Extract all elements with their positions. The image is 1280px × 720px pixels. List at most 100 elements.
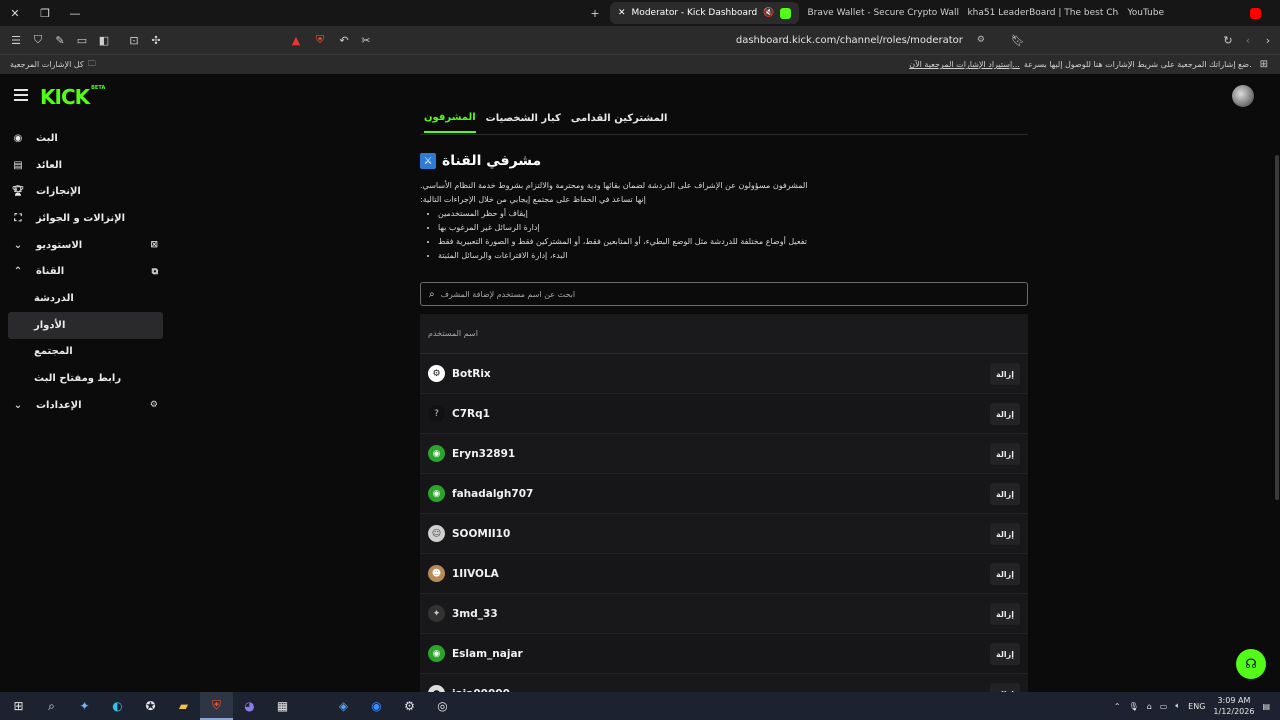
screenshot-icon[interactable]: ⊡	[124, 30, 144, 50]
reload-icon[interactable]: ↻	[1218, 30, 1238, 50]
chevron-up-icon[interactable]: ⌃	[1114, 702, 1121, 711]
tab-label: Brave Wallet - Secure Crypto Wallet |	[807, 8, 960, 18]
brush-icon[interactable]: ✎	[50, 30, 70, 50]
user-avatar[interactable]	[1232, 85, 1254, 107]
avatar: ◉	[428, 645, 445, 662]
kick-logo[interactable]: KICK BETA	[40, 85, 105, 109]
tab-moderators[interactable]: المشرفون	[424, 106, 476, 133]
chevron-down-icon: ⌄	[13, 399, 23, 411]
wallet-icon[interactable]: ▭	[72, 30, 92, 50]
windows-start-icon[interactable]: ⊞	[2, 692, 35, 720]
avatar: ◉	[428, 485, 445, 502]
back-arrow-icon[interactable]: ↶	[334, 30, 354, 50]
language-indicator[interactable]: ENG	[1188, 702, 1205, 711]
sidebar-item-community[interactable]: المجتمع	[0, 339, 170, 366]
all-bookmarks-link[interactable]: كل الإشارات المرجعية	[10, 60, 84, 69]
forward-icon[interactable]: ‹	[1238, 30, 1258, 50]
scrollbar[interactable]	[1275, 155, 1279, 500]
obs-icon[interactable]: ◎	[426, 692, 459, 720]
table-row: ◉ Eryn32891 إزالة	[420, 434, 1028, 474]
hamburger-menu-icon[interactable]	[14, 89, 28, 101]
mute-icon[interactable]: 🔇	[763, 8, 774, 18]
moderator-username[interactable]: fahadalgh707	[452, 488, 533, 500]
remove-moderator-button[interactable]: إزالة	[990, 643, 1020, 665]
restore-window-icon[interactable]: ❐	[30, 0, 60, 26]
moderator-username[interactable]: 1IIVOLA	[452, 568, 499, 580]
notifications-icon[interactable]: ▤	[1262, 702, 1270, 711]
tab-youtube[interactable]: YouTube	[1119, 2, 1269, 24]
sidebar-group-studio[interactable]: ⌄ الاستوديو ⊠	[0, 232, 170, 259]
remove-moderator-button[interactable]: إزالة	[990, 363, 1020, 385]
app-icon[interactable]: ◉	[360, 692, 393, 720]
copilot-icon[interactable]: ✦	[68, 692, 101, 720]
search-input[interactable]	[440, 289, 1001, 299]
moderator-username[interactable]: C7Rq1	[452, 408, 490, 420]
tab-close-icon[interactable]: ✕	[618, 8, 626, 18]
moderator-username[interactable]: BotRix	[452, 368, 491, 380]
beta-badge: BETA	[91, 85, 106, 91]
sidebar-icon[interactable]: ◧	[94, 30, 114, 50]
sidebar-item-drops-rewards[interactable]: ⛶ الإنزالات و الجوائز	[0, 205, 170, 232]
moderator-username[interactable]: Eslam_najar	[452, 648, 523, 660]
chevron-down-icon: ⌄	[13, 239, 23, 251]
brave-browser-icon[interactable]: ⛨	[200, 692, 233, 720]
youtube-icon	[1250, 7, 1262, 19]
menu-icon[interactable]: ☰	[6, 30, 26, 50]
share-icon[interactable]: ✂	[356, 30, 376, 50]
network-icon[interactable]: ⌂	[1147, 702, 1152, 711]
volume-icon[interactable]: 🔈︎	[1175, 701, 1180, 711]
edge-icon[interactable]: ◐	[101, 692, 134, 720]
sidebar-item-label: المجتمع	[34, 346, 73, 358]
brave-rewards-icon[interactable]: ▲	[286, 30, 306, 50]
support-chat-icon[interactable]: ☊	[1236, 649, 1266, 679]
minimize-window-icon[interactable]: —	[60, 0, 90, 26]
extensions-icon[interactable]: ✣	[146, 30, 166, 50]
mic-icon[interactable]: 🎙︎	[1129, 702, 1139, 711]
sidebar-item-stream-key[interactable]: رابط ومفتاح البث	[0, 365, 170, 392]
sidebar-item-roles[interactable]: الأدوار	[8, 311, 163, 339]
moderator-username[interactable]: Eryn32891	[452, 448, 515, 460]
search-icon[interactable]: ⌕	[35, 692, 68, 720]
tab-vips[interactable]: كبار الشخصيات	[486, 107, 561, 132]
remove-moderator-button[interactable]: إزالة	[990, 403, 1020, 425]
settings-icon[interactable]: ⚙	[393, 692, 426, 720]
remove-moderator-button[interactable]: إزالة	[990, 563, 1020, 585]
browser-nav-bar: ☰ ⛉ ✎ ▭ ◧ ⊡ ✣ dashboard.kick.com/channel…	[0, 26, 1280, 54]
sidebar-group-settings[interactable]: ⌄ الإعدادات ⚙	[0, 392, 170, 419]
sidebar-item-achievements[interactable]: 🏆︎ الإنجازات	[0, 178, 170, 205]
site-settings-icon[interactable]: ⚙	[977, 35, 985, 45]
new-tab-icon[interactable]: +	[580, 0, 610, 26]
back-icon[interactable]: ›	[1258, 30, 1278, 50]
clock-date: 1/12/2026	[1213, 707, 1255, 716]
remove-moderator-button[interactable]: إزالة	[990, 523, 1020, 545]
close-window-icon[interactable]: ✕	[0, 0, 30, 26]
file-explorer-icon[interactable]: ▰	[167, 692, 200, 720]
moderator-username[interactable]: SOOMII10	[452, 528, 510, 540]
clock[interactable]: 3:09 AM 1/12/2026	[1213, 695, 1254, 717]
sidebar-item-stream[interactable]: ◉ البث	[0, 125, 170, 152]
discord-icon[interactable]: ◕	[233, 692, 266, 720]
tab-brave-wallet[interactable]: Brave Wallet - Secure Crypto Wallet |	[799, 2, 959, 24]
apps-icon[interactable]: ⊞	[1260, 59, 1268, 70]
steam-icon[interactable]: ✪	[134, 692, 167, 720]
calendar-icon[interactable]: ▦	[266, 692, 299, 720]
moderator-username[interactable]: 3md_33	[452, 608, 498, 620]
tab-moderator-dashboard[interactable]: ✕ Moderator - Kick Dashboard 🔇	[610, 2, 800, 24]
remove-moderator-button[interactable]: إزالة	[990, 443, 1020, 465]
radio-icon: ◉	[13, 132, 23, 144]
tab-og-subscribers[interactable]: المشتركين القدامى	[571, 107, 668, 132]
remove-moderator-button[interactable]: إزالة	[990, 603, 1020, 625]
vpn-icon[interactable]: ◈	[327, 692, 360, 720]
brave-shields-icon[interactable]: ⛨	[310, 30, 330, 50]
shield-icon[interactable]: ⛉	[28, 30, 48, 50]
sidebar-item-label: الإنزالات و الجوائز	[36, 212, 126, 224]
tab-leaderboard[interactable]: kha51 LeaderBoard | The best ChatBo	[959, 2, 1119, 24]
sidebar-item-revenue[interactable]: ▤ العائد	[0, 152, 170, 179]
battery-icon[interactable]: ▭	[1160, 702, 1168, 711]
remove-moderator-button[interactable]: إزالة	[990, 483, 1020, 505]
sidebar-item-chat[interactable]: الدردشة	[0, 285, 170, 312]
bookmark-icon[interactable]: 🔖︎	[1008, 30, 1028, 50]
sidebar-group-channel[interactable]: ⌃ القناة ⧉	[0, 258, 170, 285]
import-bookmarks-link[interactable]: إستيراد الإشارات المرجعية الآن...	[909, 60, 1020, 69]
address-bar[interactable]: dashboard.kick.com/channel/roles/moderat…	[280, 29, 1025, 51]
